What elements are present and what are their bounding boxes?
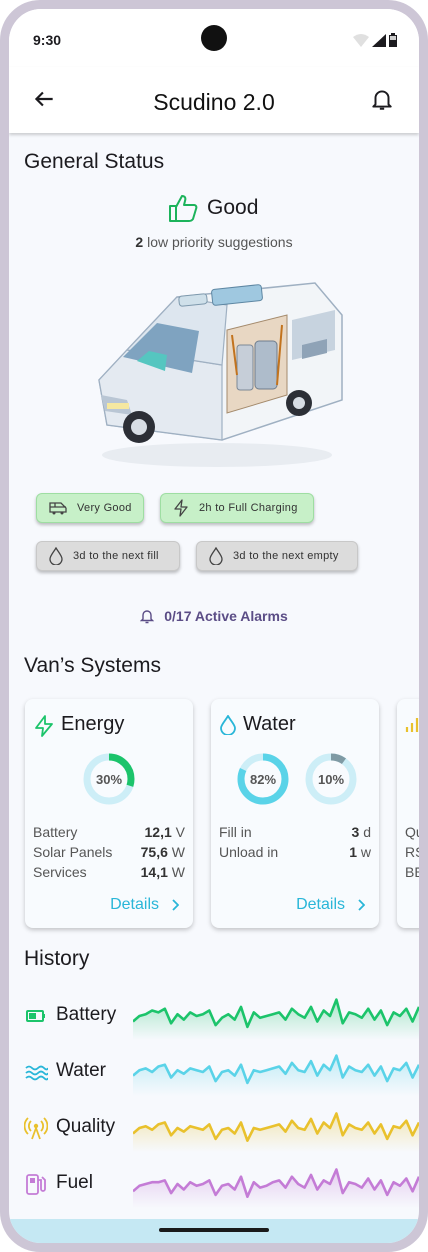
battery-icon (389, 33, 397, 47)
water-drop-icon (209, 547, 223, 565)
row-value: 1 (349, 844, 357, 860)
lightning-icon (174, 499, 188, 517)
status-time: 9:30 (33, 32, 62, 48)
quality-sparkline (133, 1112, 419, 1152)
water-row-fill: Fill in 3 d (219, 824, 371, 840)
overall-status: Good (167, 192, 258, 224)
bell-icon (140, 610, 155, 624)
energy-gauge: 30% (83, 753, 135, 805)
water-drop-icon (49, 547, 63, 565)
partial-row: BE (405, 864, 419, 880)
history-label: Battery (56, 1004, 117, 1025)
water-fill-gauge: 82% (237, 753, 289, 805)
status-bar: 9:30 (9, 9, 419, 67)
row-unit: W (171, 864, 185, 880)
history-heading: History (24, 947, 90, 970)
sparkline-area (133, 1055, 419, 1096)
chevron-right-icon (358, 899, 365, 911)
history-row-fuel[interactable]: Fuel (24, 1160, 419, 1208)
thumbs-up-icon (169, 195, 198, 222)
partial-row: Qu (405, 824, 419, 840)
row-label: Unload in (219, 844, 279, 860)
chevron-right-icon (172, 899, 179, 911)
signal-icon (372, 34, 386, 47)
notification-bell-icon[interactable] (369, 86, 395, 112)
fuel-pump-icon (26, 1174, 46, 1195)
water-waste-label: 10% (318, 772, 344, 787)
history-row-battery[interactable]: Battery (24, 992, 419, 1040)
row-unit: V (175, 824, 185, 840)
chip-label: 2h to Full Charging (199, 502, 298, 514)
status-icons (353, 33, 397, 47)
water-waste-gauge: 10% (305, 753, 357, 805)
energy-card[interactable]: Energy 30% Battery 12,1 V Solar Panels 75,… (25, 699, 193, 928)
row-label: Battery (33, 824, 78, 840)
camera-cutout (201, 25, 227, 51)
row-unit: d (363, 824, 371, 840)
partial-row: RS (405, 844, 419, 860)
row-value: 75,6 (140, 844, 168, 860)
van-illustration (98, 282, 343, 467)
app-bar: Scudino 2.0 (9, 67, 419, 133)
signal-bars-icon (405, 718, 419, 732)
systems-heading: Van’s Systems (24, 654, 161, 677)
row-value: 14,1 (140, 864, 168, 880)
page-title: Scudino 2.0 (153, 89, 275, 115)
chip-charging[interactable]: 2h to Full Charging (160, 493, 314, 523)
row-label: Services (33, 864, 87, 880)
row-unit: W (171, 844, 185, 860)
chip-label: Very Good (77, 502, 132, 514)
suggestions-summary[interactable]: 2 low priority suggestions (9, 234, 419, 250)
energy-row-battery: Battery 12,1 V (33, 824, 185, 840)
row-value: 3 (351, 824, 360, 840)
row-unit: w (360, 844, 371, 860)
water-drop-icon (220, 715, 236, 735)
energy-gauge-label: 30% (96, 772, 122, 787)
energy-details-button[interactable]: Details (110, 896, 179, 914)
water-sparkline (133, 1054, 419, 1096)
water-title: Water (243, 713, 296, 735)
suggestions-text: low priority suggestions (143, 234, 293, 250)
history-label: Water (56, 1060, 106, 1081)
wifi-icon (353, 34, 369, 47)
row-label: Fill in (219, 824, 252, 840)
home-gesture-handle[interactable] (159, 1228, 269, 1232)
history-row-water[interactable]: Water (24, 1048, 419, 1096)
chip-van-condition[interactable]: Very Good (36, 493, 144, 523)
fuel-sparkline (133, 1168, 419, 1208)
water-card[interactable]: Water 82% 10% Fill in 3 d Unload in 1 w De… (211, 699, 379, 928)
battery-sparkline (133, 998, 419, 1040)
energy-row-solar: Solar Panels 75,6 W (33, 844, 185, 860)
history-row-quality[interactable]: Quality (24, 1104, 419, 1152)
history-label: Fuel (56, 1172, 93, 1193)
details-label: Details (296, 896, 345, 913)
lightning-icon (35, 715, 53, 737)
energy-title: Energy (61, 713, 125, 735)
chip-label: 3d to the next fill (73, 550, 159, 562)
details-label: Details (110, 896, 159, 913)
water-details-button[interactable]: Details (296, 896, 365, 914)
chip-next-fill[interactable]: 3d to the next fill (36, 541, 180, 571)
chip-label: 3d to the next empty (233, 550, 339, 562)
status-text: Good (207, 196, 259, 219)
active-alarms[interactable]: 0/17 Active Alarms (9, 608, 419, 624)
water-row-unload: Unload in 1 w (219, 844, 371, 860)
chip-next-empty[interactable]: 3d to the next empty (196, 541, 358, 571)
alarms-text: 0/17 Active Alarms (164, 608, 288, 624)
navigation-bar (9, 1219, 419, 1243)
general-status-heading: General Status (24, 150, 165, 173)
battery-icon (26, 1010, 45, 1022)
antenna-icon (24, 1117, 48, 1140)
sparkline-area (133, 999, 419, 1040)
waves-icon (25, 1065, 48, 1081)
van-icon (49, 502, 67, 515)
phone-frame: 9:30 Scudino 2.0 General Status Good 2 l… (0, 0, 428, 1252)
water-fill-label: 82% (250, 772, 276, 787)
history-label: Quality (56, 1116, 116, 1137)
row-value: 12,1 (144, 824, 172, 840)
quality-card-partial[interactable]: Qu RS BE (397, 699, 419, 928)
row-label: Solar Panels (33, 844, 113, 860)
energy-row-services: Services 14,1 W (33, 864, 185, 880)
screen: 9:30 Scudino 2.0 General Status Good 2 l… (9, 9, 419, 1243)
